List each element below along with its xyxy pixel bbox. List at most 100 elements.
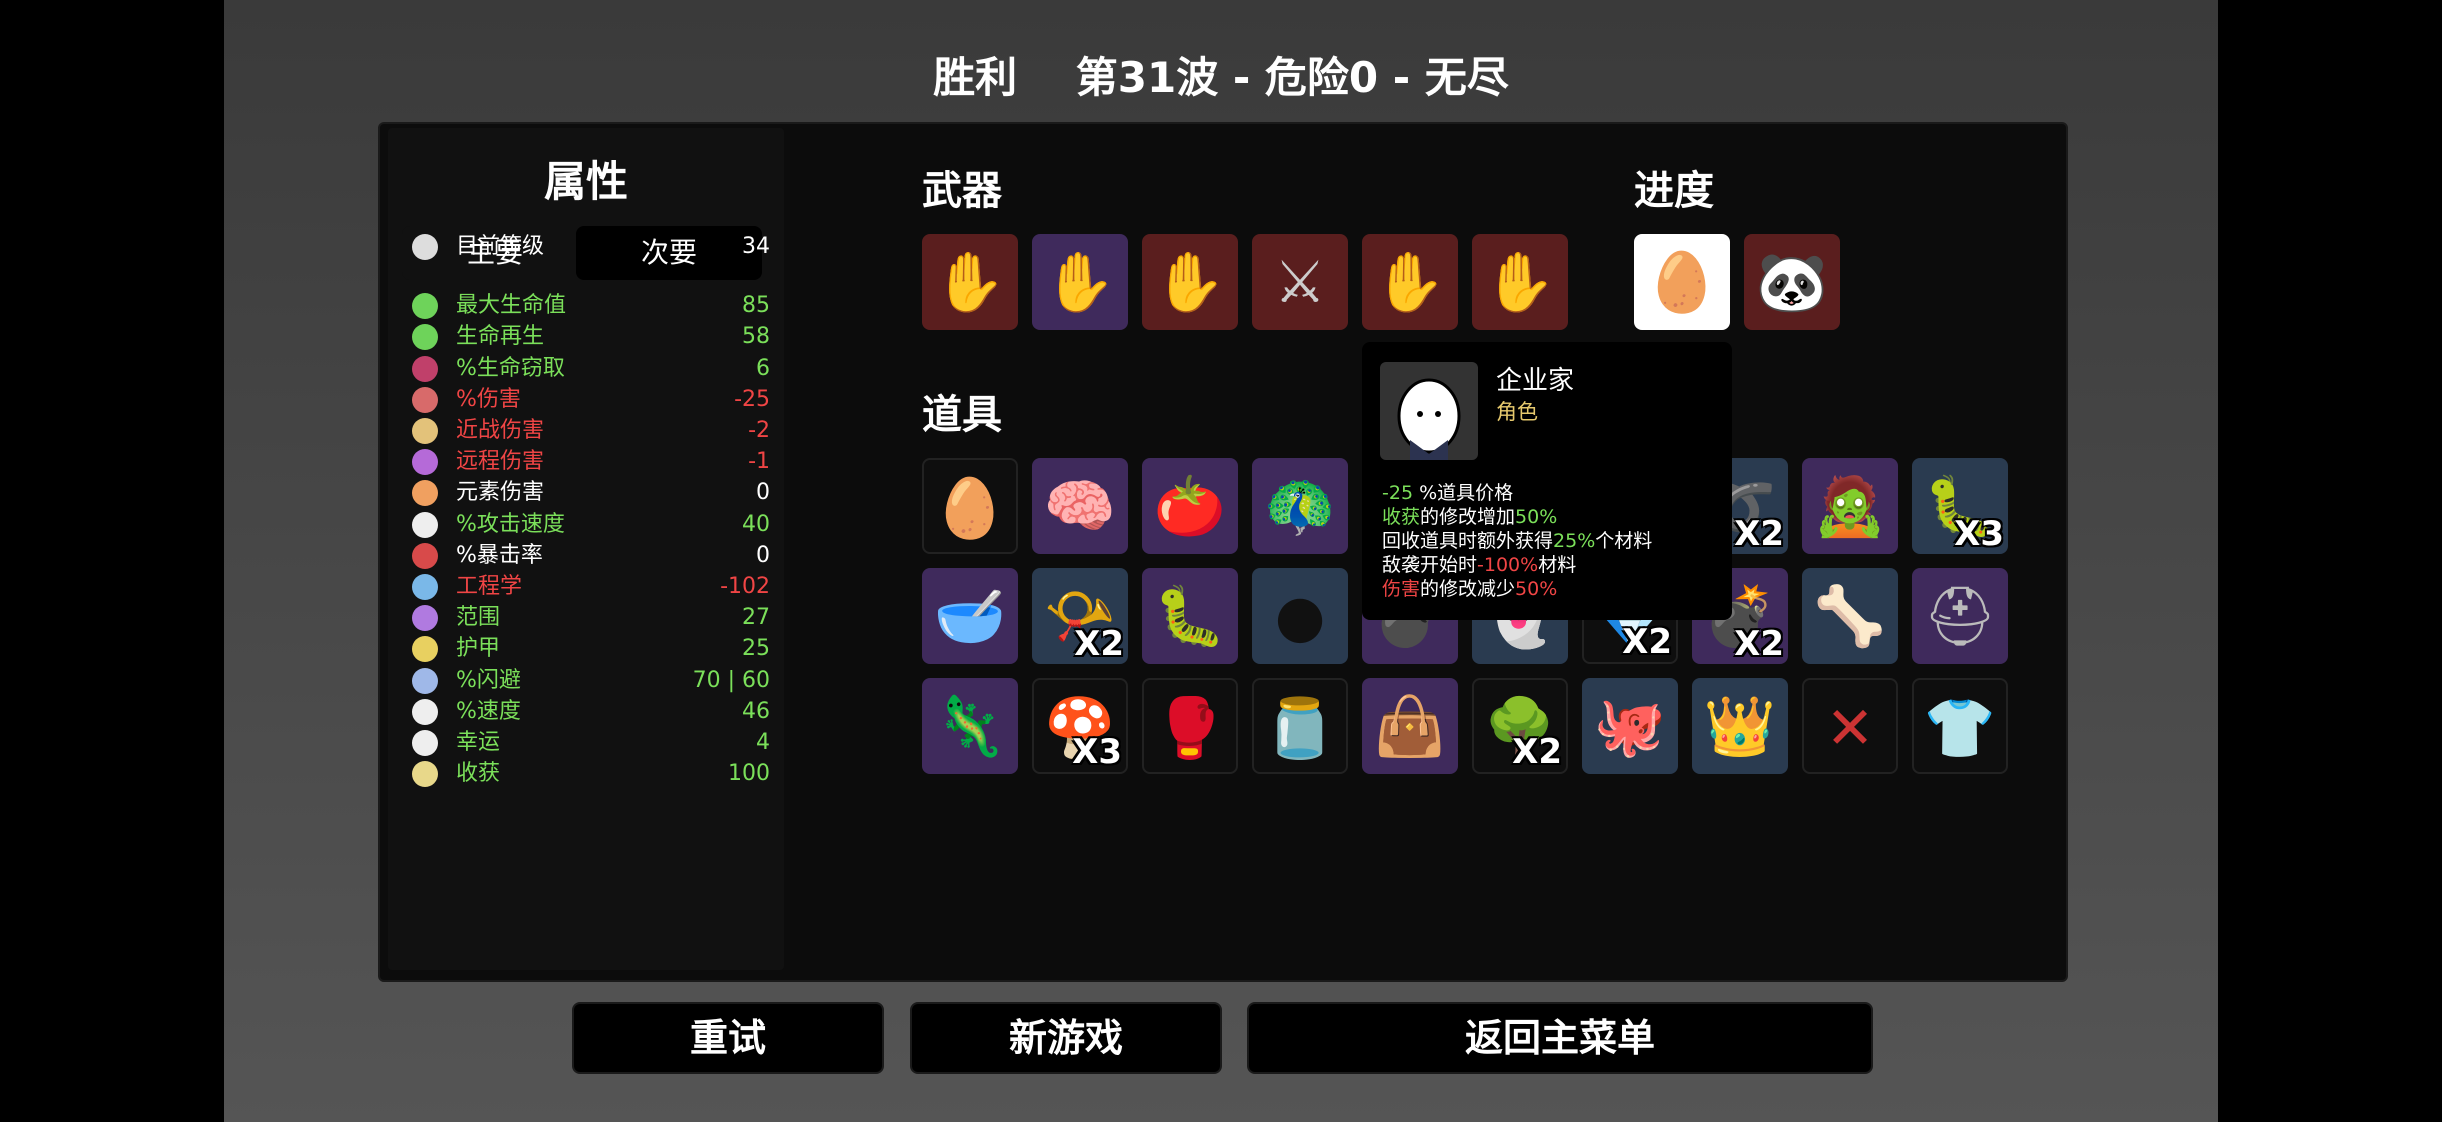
item-slot[interactable]: ⛑	[1912, 568, 2008, 664]
stat-row: 近战伤害 -2	[412, 415, 770, 446]
stat-row: 远程伤害 -1	[412, 446, 770, 477]
items-title: 道具	[922, 392, 1002, 438]
stat-label: %伤害	[456, 386, 521, 412]
tooltip-effect-text: 敌袭开始时	[1382, 554, 1478, 576]
egg-face-icon: 🥚	[933, 474, 1007, 542]
weapon-slot[interactable]: ✋	[1142, 234, 1238, 330]
stat-value: 4	[756, 730, 770, 756]
stat-value: 27	[742, 605, 770, 631]
weapons-title: 武器	[922, 168, 1002, 214]
elemental-icon	[412, 480, 438, 507]
tooltip-portrait	[1380, 362, 1478, 460]
stat-value: 40	[742, 511, 770, 537]
item-slot[interactable]: 🦴	[1802, 568, 1898, 664]
item-slot[interactable]: 🐛	[1142, 568, 1238, 664]
tooltip-effect-text: 50%	[1515, 506, 1558, 528]
chameleon-icon: 🦎	[933, 692, 1007, 760]
item-slot[interactable]: 🧠	[1032, 458, 1128, 554]
stat-row: 范围 27	[412, 602, 770, 633]
item-slot[interactable]: 🍅	[1142, 458, 1238, 554]
item-slot[interactable]: 👕	[1912, 678, 2008, 774]
item-slot[interactable]: 🐙	[1582, 678, 1678, 774]
stack-count: X2	[1622, 622, 1672, 662]
stat-label: %闪避	[456, 667, 521, 693]
item-slot[interactable]: 🥚	[922, 458, 1018, 554]
item-slot[interactable]: 🍄 X3	[1032, 678, 1128, 774]
stack-count: X2	[1074, 624, 1124, 664]
egg-character-icon	[1397, 378, 1461, 460]
luck-icon	[412, 730, 438, 757]
weapon-slot[interactable]: ✋	[1032, 234, 1128, 330]
item-slot[interactable]: 🦎	[922, 678, 1018, 774]
tooltip-type: 角色	[1496, 400, 1538, 424]
stat-value: 0	[756, 542, 770, 568]
stat-row: 元素伤害 0	[412, 477, 770, 508]
progress-slot[interactable]: 🐼	[1744, 234, 1840, 330]
item-slot[interactable]: 🥣	[922, 568, 1018, 664]
new-game-button[interactable]: 新游戏	[910, 1002, 1222, 1074]
item-slot[interactable]: 👜	[1362, 678, 1458, 774]
weapon-slot[interactable]: ✋	[1472, 234, 1568, 330]
stat-row: %速度 46	[412, 696, 770, 727]
tooltip-effect-text: 收获	[1382, 506, 1421, 528]
stat-label: 工程学	[456, 574, 523, 600]
hand-icon: ✋	[1483, 248, 1557, 316]
stat-value: 0	[756, 480, 770, 506]
dodge-icon	[412, 667, 438, 694]
tomato-icon: 🍅	[1153, 472, 1227, 540]
character-tooltip: 企业家 角色 -25 %道具价格 收获的修改增加50% 回收道具时额外获得25%个材…	[1362, 342, 1732, 620]
stats-panel: 属性 主要 次要 目前等级 34 最大生命值 85 生命再生 58 %生命窃取 6 %伤害 -25…	[388, 128, 784, 970]
stat-label: 最大生命值	[456, 293, 567, 319]
stat-value: -25	[734, 386, 770, 412]
egg-character-icon: 🥚	[1645, 248, 1719, 316]
jar-icon: 🫙	[1263, 694, 1337, 762]
seeds-icon: ●	[1274, 582, 1326, 650]
harvest-icon	[412, 761, 438, 788]
stat-label: %暴击率	[456, 542, 543, 568]
lifesteal-icon	[412, 355, 438, 382]
item-slot[interactable]: ●	[1252, 568, 1348, 664]
item-slot[interactable]: 🦚	[1252, 458, 1348, 554]
stat-label: 远程伤害	[456, 449, 545, 475]
heart-icon	[412, 293, 438, 320]
tooltip-effect-line: 敌袭开始时-100%材料	[1382, 550, 1576, 577]
item-slot[interactable]: 📯 X2	[1032, 568, 1128, 664]
weapon-slot[interactable]: ✋	[922, 234, 1018, 330]
item-slot[interactable]: 🥊	[1142, 678, 1238, 774]
item-slot[interactable]: ✕	[1802, 678, 1898, 774]
stat-value: 100	[728, 761, 770, 787]
item-slot[interactable]: 🫙	[1252, 678, 1348, 774]
tooltip-effect-text: 50%	[1515, 578, 1558, 600]
main-menu-button[interactable]: 返回主菜单	[1247, 1002, 1873, 1074]
progress-slot[interactable]: 🥚	[1634, 234, 1730, 330]
panda-icon: 🐼	[1755, 248, 1829, 316]
attack-speed-icon	[412, 511, 438, 538]
stat-label: 范围	[456, 605, 501, 631]
weapon-slot[interactable]: ⚔	[1252, 234, 1348, 330]
stat-value: -102	[720, 574, 770, 600]
stat-row: 工程学 -102	[412, 571, 770, 602]
barbed-wire-icon: ✕	[1825, 694, 1875, 762]
engineering-icon	[412, 574, 438, 601]
stat-value: 70 | 60	[692, 667, 770, 693]
weapon-slot[interactable]: ✋	[1362, 234, 1458, 330]
tooltip-effect-text: 25%	[1553, 530, 1596, 552]
level-icon	[412, 233, 438, 260]
stack-count: X2	[1734, 624, 1784, 664]
stat-label: %生命窃取	[456, 355, 565, 381]
tooltip-effect-text: 材料	[1538, 554, 1577, 576]
item-slot[interactable]: 🧟	[1802, 458, 1898, 554]
item-slot[interactable]: 👑	[1692, 678, 1788, 774]
stat-value: -2	[748, 418, 770, 444]
melee-icon	[412, 418, 438, 445]
zombie-icon: 🧟	[1813, 472, 1887, 540]
stack-count: X2	[1512, 732, 1562, 772]
item-slot[interactable]: 🌳 X2	[1472, 678, 1568, 774]
hand-icon: ✋	[1153, 248, 1227, 316]
retry-button[interactable]: 重试	[572, 1002, 884, 1074]
stats-title: 属性	[543, 157, 628, 206]
item-slot[interactable]: 🐛 X3	[1912, 458, 2008, 554]
tooltip-effect-text: 回收道具时额外获得	[1382, 530, 1554, 552]
tooltip-effect-text: 的修改增加	[1420, 506, 1516, 528]
tooltip-effect-text: -25	[1382, 482, 1414, 504]
